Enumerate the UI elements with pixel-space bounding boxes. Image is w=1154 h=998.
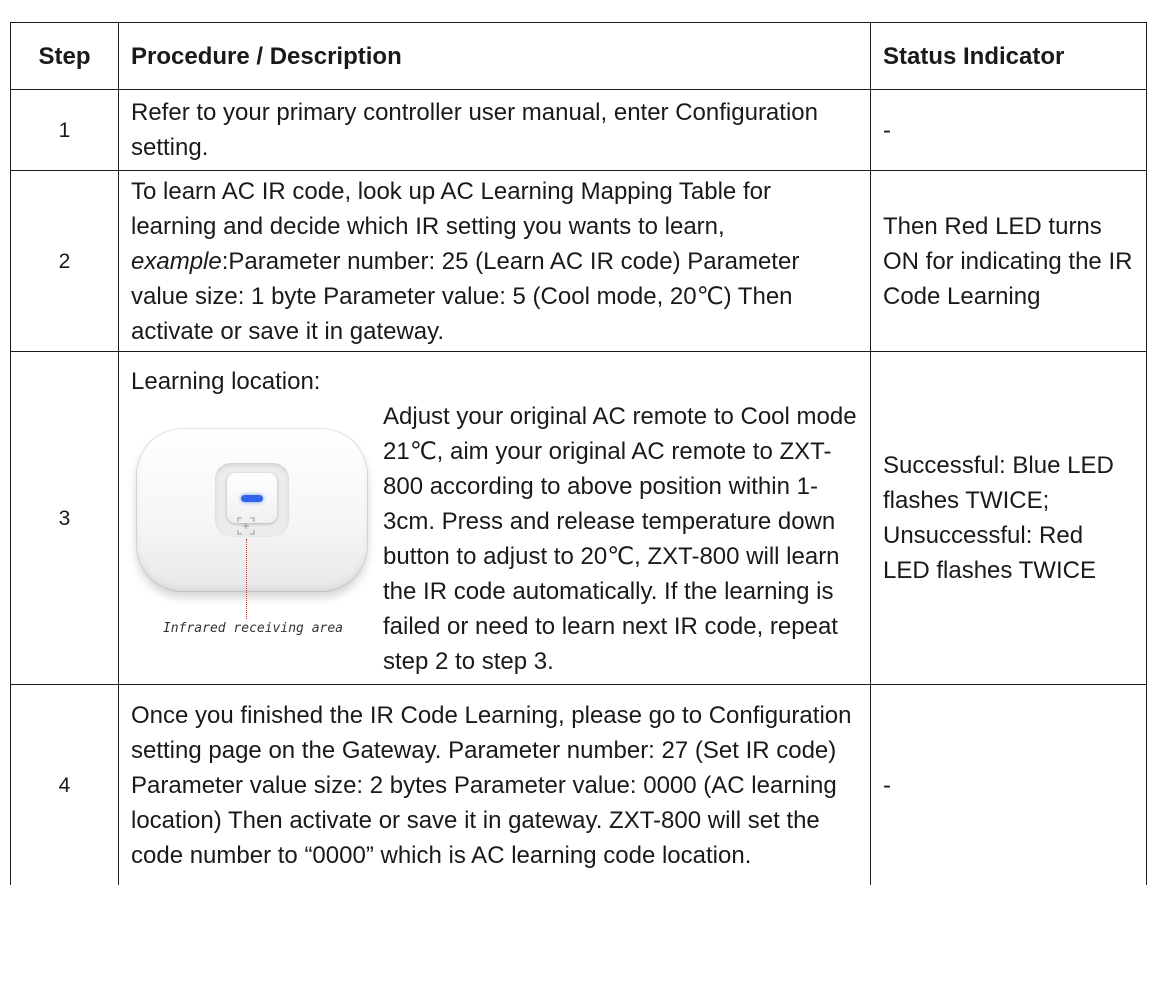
procedure-cell: To learn AC IR code, look up AC Learning… [118, 170, 871, 352]
procedure-cell: Once you finished the IR Code Learning, … [118, 684, 871, 885]
procedure-cell: Refer to your primary controller user ma… [118, 89, 871, 171]
procedure-example: :Parameter number: 25 (Learn AC IR code)… [131, 247, 800, 345]
step-number: 4 [10, 684, 119, 885]
header-status: Status Indicator [870, 22, 1147, 90]
table-row: 2 To learn AC IR code, look up AC Learni… [10, 170, 1147, 352]
document-page: Step Procedure / Description Status Indi… [0, 0, 1154, 998]
ir-area-caption: Infrared receiving area [162, 620, 343, 636]
ir-guide-line [246, 538, 247, 619]
blue-led-icon [241, 494, 263, 502]
learning-location-label: Learning location: [131, 367, 321, 395]
device-figure: Infrared receiving area [131, 399, 375, 649]
step-number: 3 [10, 351, 119, 685]
table-row: 4 Once you finished the IR Code Learning… [10, 684, 1147, 885]
example-label: example [131, 247, 222, 275]
header-step: Step [10, 22, 119, 90]
status-cell: - [870, 89, 1147, 171]
procedure-intro: To learn AC IR code, look up AC Learning… [131, 177, 771, 240]
status-cell: Successful: Blue LED flashes TWICE; Unsu… [870, 351, 1147, 685]
device-button [227, 472, 277, 523]
ir-target-icon [237, 517, 255, 535]
learning-location-block: Learning location: Infrared receiving ar… [131, 358, 858, 679]
table-header-row: Step Procedure / Description Status Indi… [10, 22, 1147, 90]
status-cell: - [870, 684, 1147, 885]
table-row: 1 Refer to your primary controller user … [10, 89, 1147, 171]
step-number: 2 [10, 170, 119, 352]
table-row: 3 Learning location: Infrared receiving … [10, 351, 1147, 685]
step-number: 1 [10, 89, 119, 171]
header-procedure: Procedure / Description [118, 22, 871, 90]
procedure-cell: Learning location: Infrared receiving ar… [118, 351, 871, 685]
status-cell: Then Red LED turns ON for indicating the… [870, 170, 1147, 352]
learning-steps-table: Step Procedure / Description Status Indi… [10, 22, 1147, 885]
zxt-800-device-icon [137, 428, 367, 591]
